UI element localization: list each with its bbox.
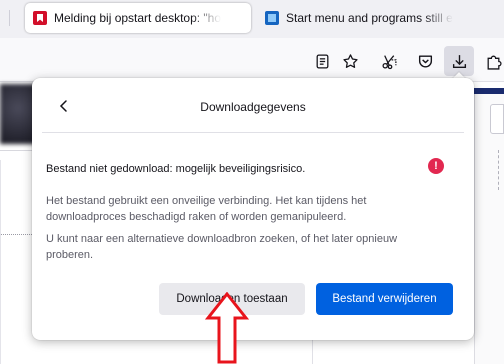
red-bookmark-favicon: [33, 11, 47, 25]
tab-strip: Melding bij opstart desktop: "ho Start m…: [0, 0, 504, 38]
tab-title: Melding bij opstart desktop: "ho: [54, 11, 222, 25]
alert-circle-icon: !: [428, 158, 444, 174]
page-border: [0, 160, 1, 364]
panel-separator: [42, 132, 464, 133]
up-arrow-annotation: [205, 292, 249, 364]
panel-title: Downloadgegevens: [200, 100, 306, 114]
blue-favicon: [265, 11, 279, 25]
reader-view-icon[interactable]: [307, 46, 337, 76]
tab-melding[interactable]: Melding bij opstart desktop: "ho: [25, 3, 251, 33]
warning-suggestion: U kunt naar een alternatieve downloadbro…: [46, 233, 398, 261]
tab-title: Start menu and programs still e: [286, 11, 453, 25]
extensions-icon[interactable]: [478, 46, 504, 76]
page-side-panel: [474, 94, 504, 364]
pocket-icon[interactable]: [410, 46, 440, 76]
tab-edge: [0, 10, 10, 26]
delete-file-button[interactable]: Bestand verwijderen: [316, 283, 453, 315]
warning-title: Bestand niet gedownload: mogelijk beveil…: [46, 163, 306, 175]
downloads-panel: Downloadgegevens Bestand niet gedownload…: [32, 78, 474, 340]
tab-start-menu[interactable]: Start menu and programs still e: [257, 3, 504, 33]
bookmark-star-icon[interactable]: [335, 46, 365, 76]
page-side-dash: [498, 150, 504, 190]
screenshot-icon[interactable]: [374, 46, 404, 76]
panel-header: Downloadgegevens: [32, 78, 474, 132]
page-column-divider: [312, 340, 313, 364]
page-side-card: [490, 104, 504, 134]
warning-description: Het bestand gebruikt een onveilige verbi…: [46, 195, 367, 223]
